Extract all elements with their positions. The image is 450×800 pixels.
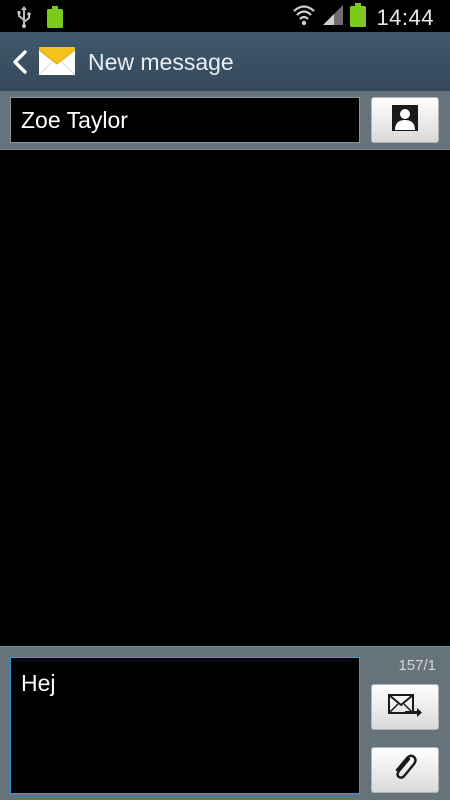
battery-full-icon <box>46 6 64 33</box>
action-bar: New message <box>0 32 450 92</box>
usb-icon <box>16 6 32 33</box>
contact-person-icon <box>391 104 419 137</box>
signal-icon <box>322 4 344 31</box>
clock: 14:44 <box>376 4 434 30</box>
composer: Hej 157/1 <box>0 646 450 800</box>
contact-picker-button[interactable] <box>371 97 439 143</box>
message-input[interactable]: Hej <box>10 657 360 794</box>
battery-icon <box>350 3 367 32</box>
conversation-area <box>0 151 450 646</box>
page-title: New message <box>88 49 234 75</box>
attach-button[interactable] <box>371 747 439 793</box>
paperclip-icon <box>391 753 419 788</box>
wifi-icon <box>292 3 316 32</box>
status-bar: 14:44 <box>0 0 450 32</box>
send-button[interactable] <box>371 684 439 730</box>
back-chevron-icon[interactable] <box>10 48 30 76</box>
envelope-app-icon[interactable] <box>38 42 76 80</box>
char-counter: 157/1 <box>398 657 436 674</box>
recipient-row: Zoe Taylor <box>0 92 450 150</box>
send-message-icon <box>387 692 423 723</box>
recipient-field[interactable]: Zoe Taylor <box>10 97 360 143</box>
